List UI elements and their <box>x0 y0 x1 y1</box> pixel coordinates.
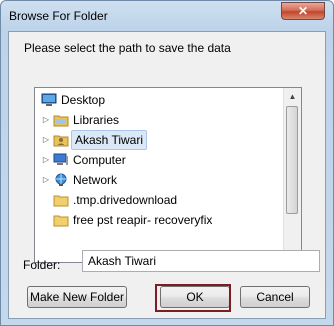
dialog-body: Please select the path to save the data … <box>8 31 326 319</box>
expand-arrow-icon[interactable]: ▷ <box>41 130 51 150</box>
title-bar[interactable]: Browse For Folder ✕ <box>1 1 334 31</box>
desktop-icon <box>41 93 57 107</box>
scroll-up-icon[interactable]: ▲ <box>284 88 301 105</box>
tree-item-libraries[interactable]: ▷ Libraries <box>35 110 285 130</box>
expand-arrow-icon[interactable]: ▷ <box>41 110 51 130</box>
window-title: Browse For Folder <box>9 9 108 23</box>
folder-field-label: Folder: <box>23 258 61 272</box>
tree-item-computer[interactable]: ▷ Computer <box>35 150 285 170</box>
tree-item-label: Computer <box>73 153 126 167</box>
folder-input[interactable]: Akash Tiwari <box>82 250 320 272</box>
expand-arrow-icon[interactable]: ▷ <box>41 170 51 190</box>
computer-icon <box>53 153 69 167</box>
folder-icon <box>53 193 69 207</box>
make-new-folder-button[interactable]: Make New Folder <box>27 286 127 308</box>
tree-item-label: .tmp.drivedownload <box>73 193 178 207</box>
tree-item-label: Libraries <box>73 113 120 127</box>
tree-item-label: Desktop <box>61 93 106 107</box>
libraries-folder-icon <box>53 113 69 127</box>
close-button[interactable]: ✕ <box>281 2 325 20</box>
prompt-text: Please select the path to save the data <box>24 41 231 55</box>
ok-button-focus-frame <box>155 284 231 312</box>
vertical-scrollbar[interactable]: ▲ ▼ <box>283 88 301 262</box>
folder-icon <box>53 213 69 227</box>
tree-item-desktop[interactable]: Desktop <box>35 90 285 110</box>
tree-item-akash-tiwari[interactable]: ▷ Akash Tiwari <box>35 130 285 150</box>
network-icon <box>53 173 69 187</box>
tree-item-label: free pst reapir- recoveryfix <box>73 213 213 227</box>
tree-item-label: Network <box>73 173 118 187</box>
cancel-button[interactable]: Cancel <box>240 286 310 308</box>
tree-item-network[interactable]: ▷ Network <box>35 170 285 190</box>
browse-for-folder-dialog: Browse For Folder ✕ Please select the pa… <box>0 0 334 326</box>
tree-item-label: Akash Tiwari <box>71 130 148 150</box>
tree-item-tmp-drivedownload[interactable]: .tmp.drivedownload <box>35 190 285 210</box>
tree-item-free-pst-reapir-recoveryfix[interactable]: free pst reapir- recoveryfix <box>35 210 285 230</box>
folder-tree[interactable]: Desktop ▷ Libraries ▷ Akash Tiwari ▷ Com… <box>34 87 302 263</box>
expand-arrow-icon[interactable]: ▷ <box>41 150 51 170</box>
user-folder-icon <box>53 133 69 147</box>
scroll-thumb[interactable] <box>286 106 298 214</box>
